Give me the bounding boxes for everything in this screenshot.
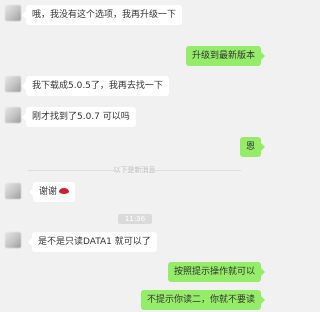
message-bubble-incoming[interactable]: 刚才找到了5.0.7 可以吗 <box>22 107 136 127</box>
message-text: 哦，我没有这个选项，我再升级一下 <box>32 10 177 20</box>
message-bubble-incoming[interactable]: 哦，我没有这个选项，我再升级一下 <box>21 5 183 25</box>
kiss-lips-emoji-icon <box>59 187 70 194</box>
message-bubble-incoming[interactable]: 我下载成5.0.5了，我再去找一下 <box>22 76 169 96</box>
message-bubble-outgoing[interactable]: 恩 <box>239 137 266 157</box>
message-bubble-incoming[interactable]: 是不是只读DATA1 就可以了 <box>28 232 157 252</box>
message-text: 不提示你读二，你就不要读 <box>146 295 255 305</box>
message-text: 恩 <box>245 142 255 152</box>
timestamp-text: 11:36 <box>124 215 146 223</box>
timestamp: 11:36 <box>118 214 152 224</box>
message-bubble-outgoing[interactable]: 不提示你读二，你就不要读 <box>140 290 266 310</box>
message-text: 按照提示操作就可以 <box>173 267 255 277</box>
message-text: 谢谢 <box>39 187 58 197</box>
message-text: 我下载成5.0.5了，我再去找一下 <box>32 81 163 91</box>
message-text: 升级到最新版本 <box>191 51 255 61</box>
message-text: 刚才找到了5.0.7 可以吗 <box>32 112 130 122</box>
message-text: 是不是只读DATA1 就可以了 <box>38 237 151 247</box>
contact-avatar[interactable] <box>5 5 21 21</box>
message-bubble-incoming[interactable]: 谢谢 <box>28 182 76 202</box>
contact-avatar[interactable] <box>5 183 21 199</box>
message-bubble-outgoing[interactable]: 按照提示操作就可以 <box>167 262 266 282</box>
contact-avatar[interactable] <box>5 76 21 92</box>
divider-label: 以下是新消息 <box>113 166 156 174</box>
contact-avatar[interactable] <box>5 107 21 123</box>
contact-avatar[interactable] <box>5 232 21 248</box>
new-messages-divider: 以下是新消息 <box>0 164 269 176</box>
message-bubble-outgoing[interactable]: 升级到最新版本 <box>185 46 266 66</box>
